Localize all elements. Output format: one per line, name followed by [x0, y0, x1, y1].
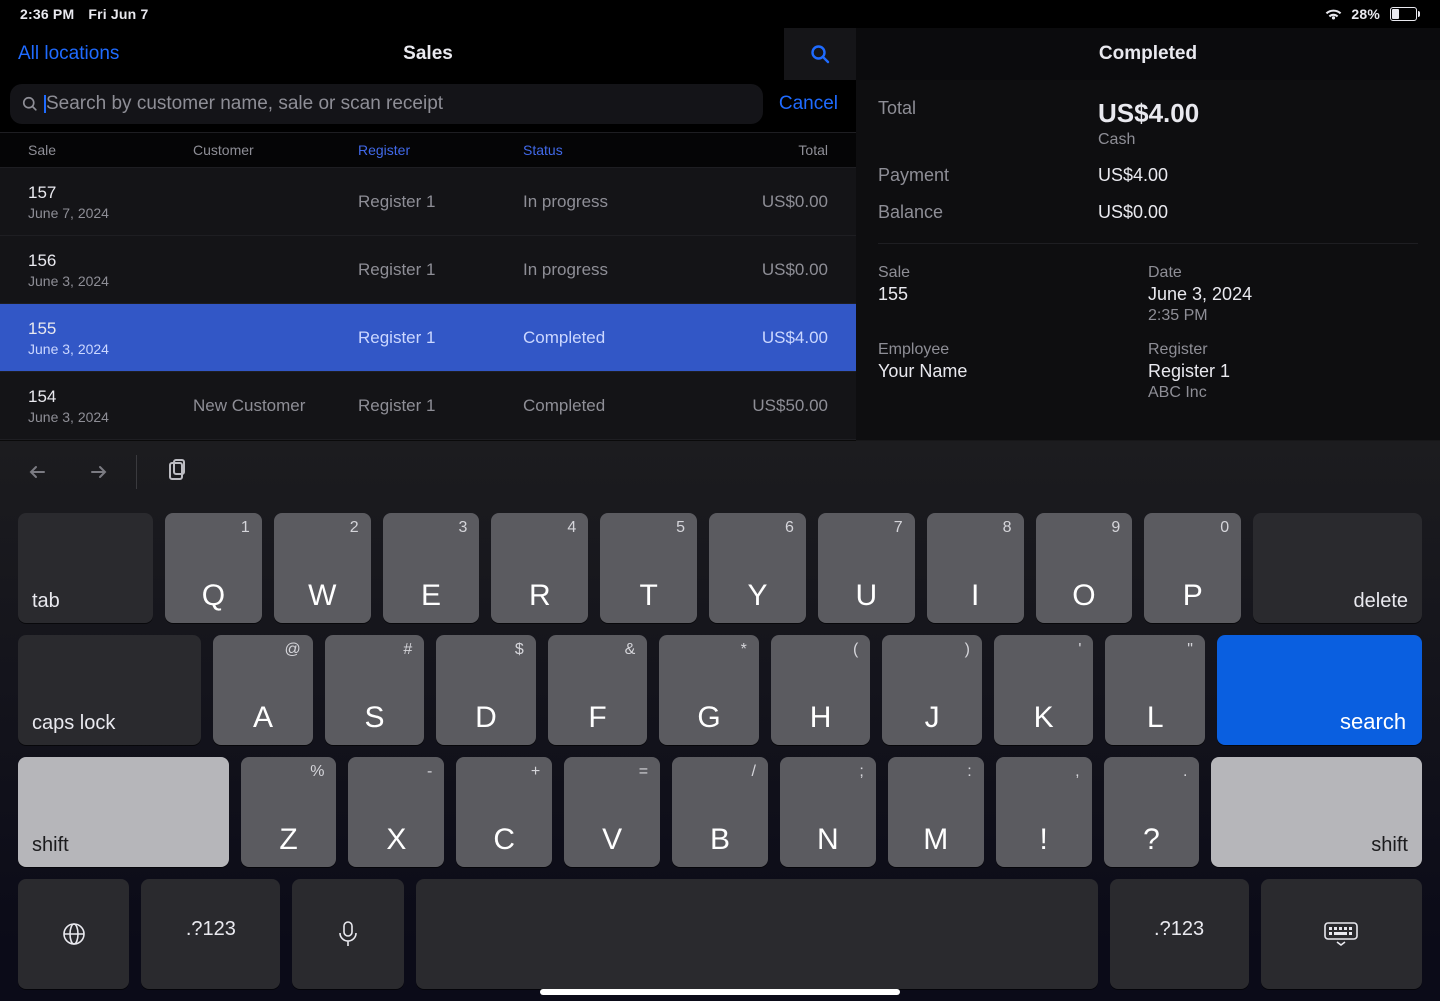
table-row[interactable]: 157June 7, 2024Register 1In progressUS$0…	[0, 168, 856, 236]
register-org: ABC Inc	[1148, 384, 1418, 402]
sale-value: 155	[878, 284, 1148, 305]
key[interactable]: 6Y	[709, 513, 806, 623]
balance-label: Balance	[878, 202, 1098, 223]
payment-label: Payment	[878, 165, 1098, 186]
key[interactable]: ,!	[996, 757, 1092, 867]
key[interactable]: /B	[672, 757, 768, 867]
date-label: Date	[1148, 264, 1418, 282]
undo-icon[interactable]	[28, 461, 54, 483]
key[interactable]	[18, 879, 129, 989]
cancel-button[interactable]: Cancel	[773, 93, 844, 115]
key[interactable]: 2W	[274, 513, 371, 623]
key[interactable]: :M	[888, 757, 984, 867]
col-customer[interactable]: Customer	[193, 142, 358, 158]
nav-bar: All locations Sales	[0, 28, 856, 80]
text-caret	[44, 95, 46, 113]
employee-label: Employee	[878, 341, 1148, 359]
sale-label: Sale	[878, 264, 1148, 282]
key[interactable]: 9O	[1036, 513, 1133, 623]
col-register[interactable]: Register	[358, 142, 523, 158]
key[interactable]: .?	[1104, 757, 1200, 867]
clock: 2:36 PM	[20, 6, 74, 22]
date-time: 2:35 PM	[1148, 307, 1418, 325]
key[interactable]: "L	[1105, 635, 1205, 745]
key[interactable]: 1Q	[165, 513, 262, 623]
key[interactable]: )J	[882, 635, 982, 745]
date: Fri Jun 7	[88, 6, 148, 22]
key[interactable]: ;N	[780, 757, 876, 867]
search-input[interactable]: Search by customer name, sale or scan re…	[10, 84, 763, 124]
payment-value: US$4.00	[1098, 165, 1418, 186]
back-button[interactable]: All locations	[0, 43, 119, 65]
battery-percent: 28%	[1351, 6, 1380, 22]
key[interactable]: 5T	[600, 513, 697, 623]
key[interactable]: 4R	[491, 513, 588, 623]
table-row[interactable]: 155June 3, 2024Register 1CompletedUS$4.0…	[0, 304, 856, 372]
detail-title: Completed	[856, 28, 1440, 80]
key[interactable]: *G	[659, 635, 759, 745]
key[interactable]: shift	[18, 757, 229, 867]
table-header: Sale Customer Register Status Total	[0, 132, 856, 168]
clipboard-icon[interactable]	[165, 459, 189, 485]
key[interactable]: 7U	[818, 513, 915, 623]
key[interactable]: 0P	[1144, 513, 1241, 623]
key[interactable]: shift	[1211, 757, 1422, 867]
total-value: US$4.00	[1098, 98, 1418, 129]
balance-value: US$0.00	[1098, 202, 1418, 223]
search-icon	[20, 94, 40, 114]
key[interactable]: -X	[348, 757, 444, 867]
key[interactable]: $D	[436, 635, 536, 745]
key[interactable]: .?123	[141, 879, 280, 989]
key[interactable]: caps lock	[18, 635, 201, 745]
total-label: Total	[878, 98, 1098, 149]
col-total[interactable]: Total	[718, 142, 828, 158]
date-value: June 3, 2024	[1148, 284, 1418, 305]
key[interactable]: 8I	[927, 513, 1024, 623]
key[interactable]: 'K	[994, 635, 1094, 745]
col-status[interactable]: Status	[523, 142, 718, 158]
key[interactable]: search	[1217, 635, 1422, 745]
key[interactable]: (H	[771, 635, 871, 745]
table-row[interactable]: 154June 3, 2024New CustomerRegister 1Com…	[0, 372, 856, 440]
key[interactable]: 3E	[383, 513, 480, 623]
key[interactable]	[416, 879, 1098, 989]
key[interactable]: %Z	[241, 757, 337, 867]
col-sale[interactable]: Sale	[28, 142, 193, 158]
on-screen-keyboard: tab1Q2W3E4R5T6Y7U8I9O0Pdelete caps lock@A…	[0, 441, 1440, 1001]
key[interactable]: .?123	[1110, 879, 1249, 989]
total-method: Cash	[1098, 131, 1418, 149]
key[interactable]: &F	[548, 635, 648, 745]
search-placeholder: Search by customer name, sale or scan re…	[46, 93, 443, 115]
key[interactable]: =V	[564, 757, 660, 867]
key[interactable]	[1261, 879, 1422, 989]
key[interactable]: tab	[18, 513, 153, 623]
search-button[interactable]	[784, 28, 856, 80]
key[interactable]: +C	[456, 757, 552, 867]
key[interactable]: delete	[1253, 513, 1422, 623]
redo-icon[interactable]	[82, 461, 108, 483]
key[interactable]	[292, 879, 403, 989]
battery-icon	[1388, 7, 1420, 21]
table-row[interactable]: 156June 3, 2024Register 1In progressUS$0…	[0, 236, 856, 304]
status-bar: 2:36 PM Fri Jun 7 28%	[0, 0, 1440, 28]
register-label: Register	[1148, 341, 1418, 359]
page-title: Sales	[0, 43, 856, 65]
key[interactable]: #S	[325, 635, 425, 745]
employee-value: Your Name	[878, 361, 1148, 382]
key[interactable]: @A	[213, 635, 313, 745]
wifi-icon	[1324, 7, 1343, 21]
home-indicator[interactable]	[540, 989, 900, 995]
register-value: Register 1	[1148, 361, 1418, 382]
